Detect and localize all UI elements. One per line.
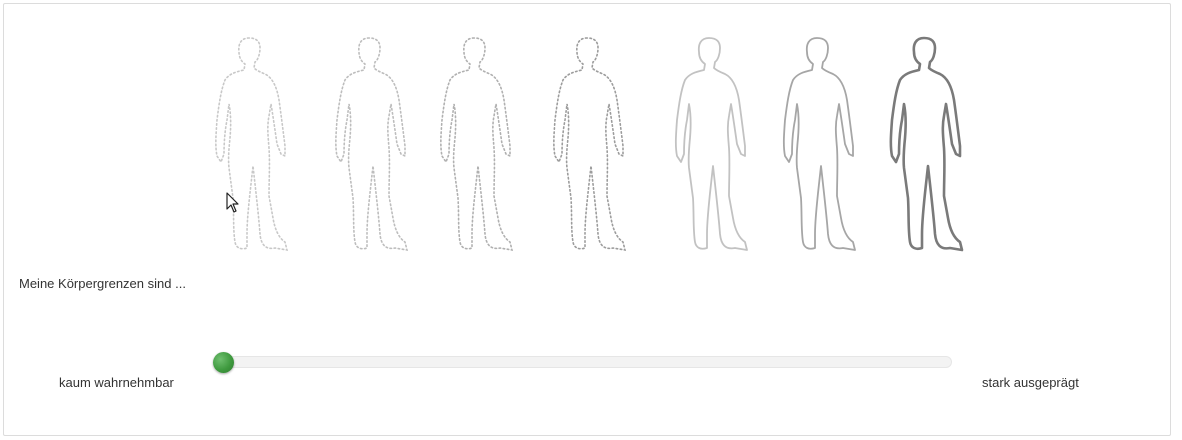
question-text: Meine Körpergrenzen sind ... bbox=[19, 276, 186, 291]
body-boundary-figures bbox=[205, 34, 975, 256]
body-outline-figure-2[interactable] bbox=[325, 34, 417, 256]
body-outline-figure-1[interactable] bbox=[205, 34, 297, 256]
scale-min-label: kaum wahrnehmbar bbox=[59, 375, 174, 390]
slider-knob[interactable] bbox=[213, 352, 234, 373]
body-outline-figure-6[interactable] bbox=[773, 34, 865, 256]
slider-track[interactable] bbox=[222, 356, 952, 368]
body-outline-figure-3[interactable] bbox=[430, 34, 522, 256]
body-outline-figure-4[interactable] bbox=[543, 34, 635, 256]
body-outline-figure-5[interactable] bbox=[665, 34, 757, 256]
scale-max-label: stark ausgeprägt bbox=[982, 375, 1079, 390]
mouse-cursor-icon bbox=[226, 192, 239, 213]
body-outline-figure-7[interactable] bbox=[880, 34, 972, 256]
